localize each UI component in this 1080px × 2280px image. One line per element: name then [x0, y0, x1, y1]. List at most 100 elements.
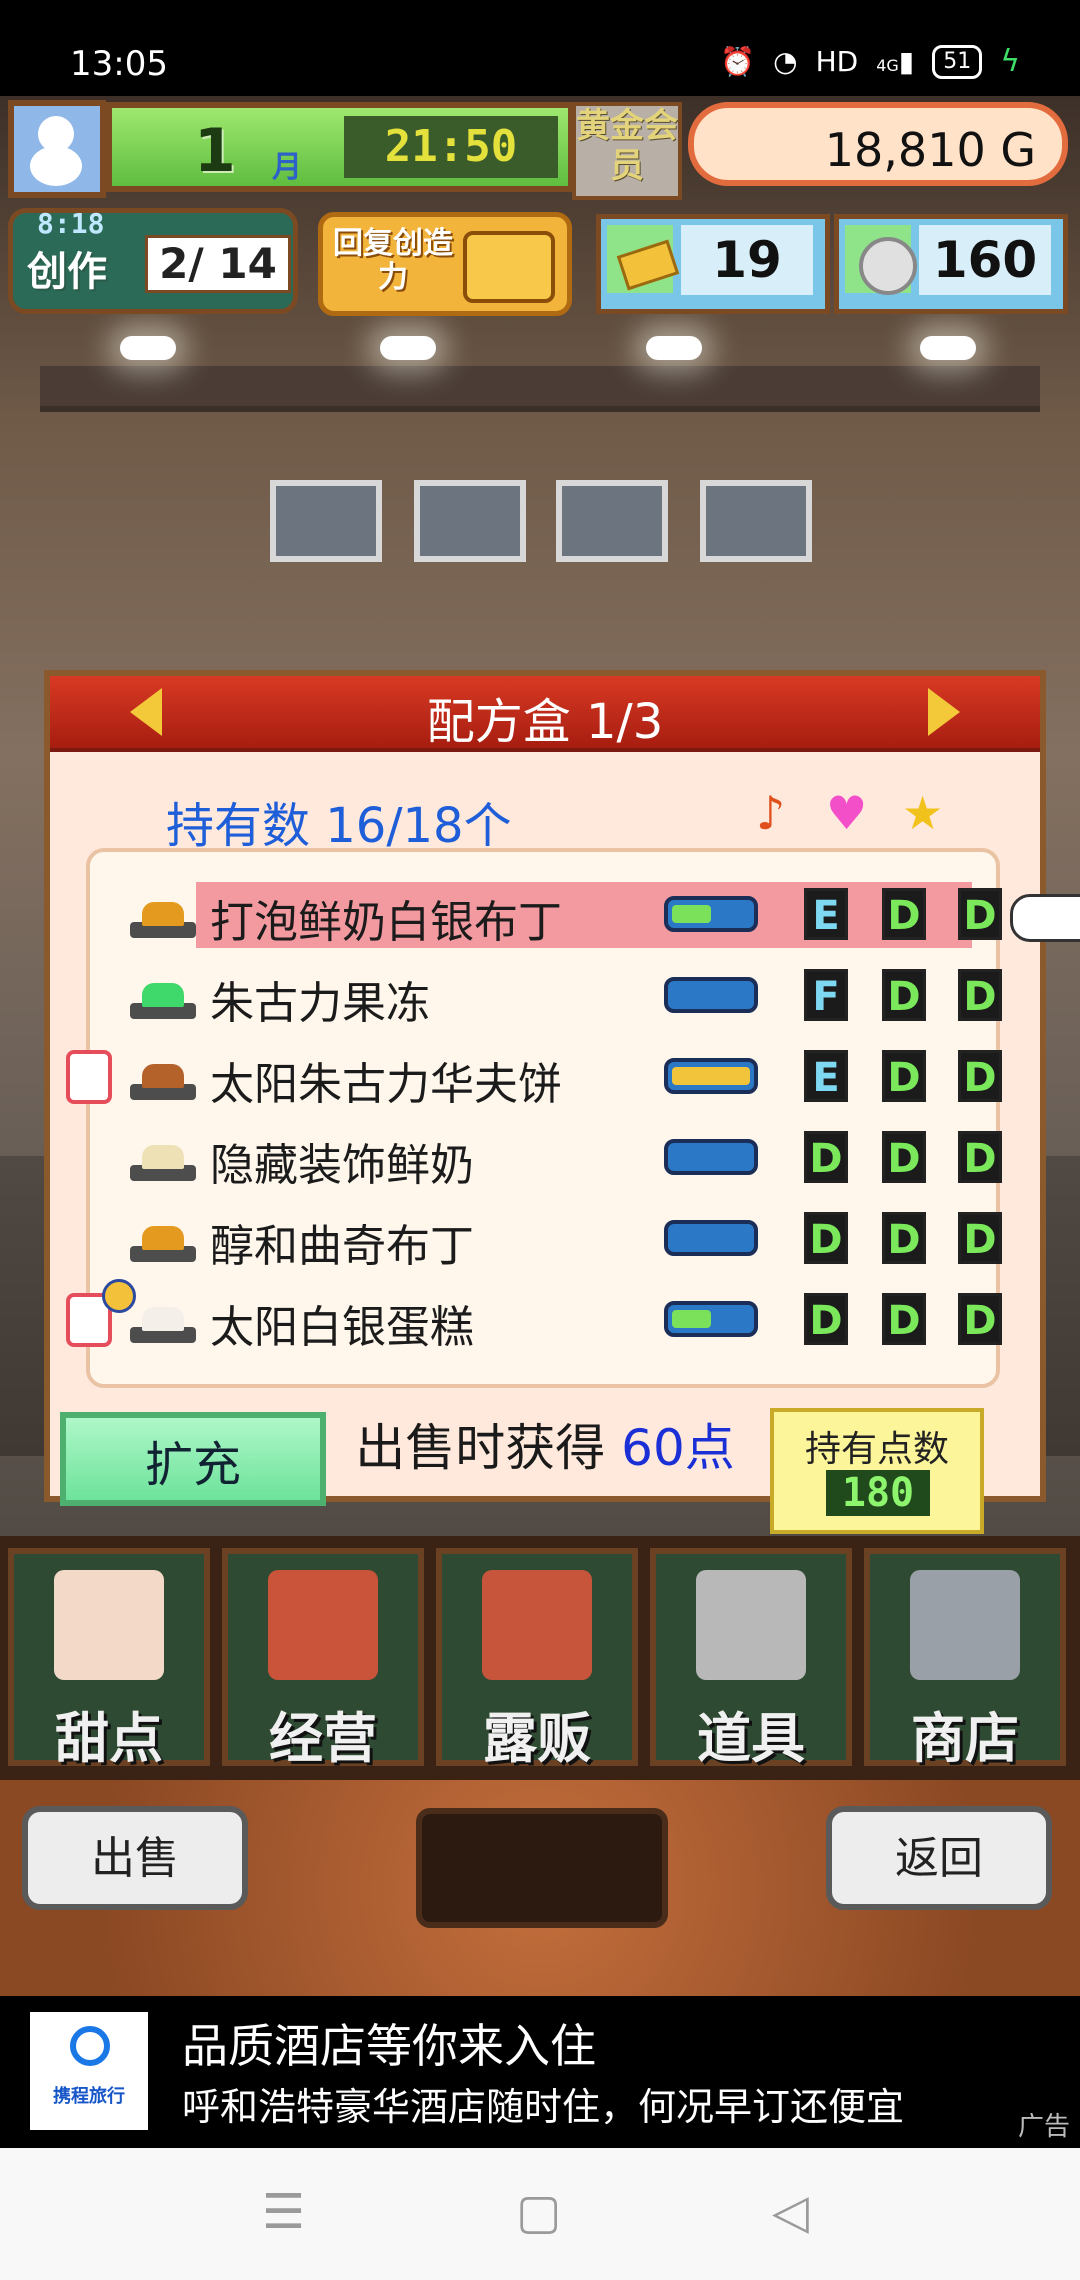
ad-subline: 呼和浩特豪华酒店随时住，何况早订还便宜 [182, 2085, 905, 2129]
ad-banner[interactable]: 携程旅行 品质酒店等你来入住 呼和浩特豪华酒店随时住，何况早订还便宜 广告 [0, 1996, 1080, 2148]
display-case [556, 480, 668, 562]
points-label: 持有点数 [804, 1429, 949, 1470]
alarm-icon: ⏰ [720, 45, 756, 78]
sell-button[interactable]: 出售 [22, 1806, 248, 1910]
cart-icon [910, 1570, 1020, 1680]
cake-icon [54, 1570, 164, 1680]
medal-counter[interactable]: 160 [834, 214, 1068, 314]
menu-cake[interactable]: 甜点 [8, 1548, 210, 1770]
recipe-name: 太阳朱古力华夫饼 [210, 1059, 562, 1110]
heart-icon[interactable]: ♥ [826, 786, 867, 840]
create-button[interactable]: 8:18 创作 2/ 14 [8, 207, 298, 314]
menu-label: 甜点 [55, 1707, 163, 1770]
grade-badge: E [804, 1050, 848, 1102]
menu-label: 露贩 [483, 1707, 591, 1770]
grade-badge: D [958, 888, 1002, 940]
ctrip-logo-icon: 携程旅行 [30, 2012, 148, 2130]
food-truck-icon [482, 1570, 592, 1680]
money-display: 18,810 G [688, 102, 1068, 186]
lamp-icon [120, 336, 176, 360]
wifi-icon: ◔ [773, 45, 798, 78]
music-note-icon[interactable]: ♪ [756, 786, 785, 840]
grade-badge: D [958, 1050, 1002, 1102]
date-bar: 1 月 21:50 [106, 102, 574, 192]
level-bar-fill [672, 905, 711, 923]
restore-label: 回复创造力 [333, 226, 453, 295]
month-label: 月 [272, 150, 302, 185]
recipe-row[interactable]: 太阳朱古力华夫饼 E D D [66, 1044, 1002, 1112]
menu-items-bag[interactable]: 道具 [650, 1548, 852, 1770]
home-nav-icon[interactable]: ▢ [516, 2184, 561, 2240]
ad-brand: 携程旅行 [53, 2086, 125, 2107]
menu-nav-icon[interactable]: ☰ [262, 2184, 305, 2240]
menu-food-truck[interactable]: 露贩 [436, 1548, 638, 1770]
menu-label: 商店 [911, 1707, 1019, 1770]
bottom-menu: 甜点 经营 露贩 道具 商店 [0, 1536, 1080, 1780]
ticket-count: 19 [681, 225, 813, 295]
recipe-level-bar [664, 1220, 758, 1256]
recipe-level-bar [664, 1301, 758, 1337]
tv-icon [463, 231, 555, 303]
gold-ticket-icon [616, 239, 680, 291]
grade-badge: D [804, 1293, 848, 1345]
create-timer: 8:18 [37, 207, 105, 240]
grade-badge: D [958, 969, 1002, 1021]
food-item-icon [142, 983, 184, 1007]
menu-shop[interactable]: 经营 [222, 1548, 424, 1770]
recipe-row[interactable]: 醇和曲奇布丁 D D D [90, 1206, 1002, 1274]
snowman-avatar-icon[interactable] [8, 100, 106, 198]
grade-badge: D [882, 888, 926, 940]
items-bag-icon [696, 1570, 806, 1680]
food-item-icon [142, 902, 184, 926]
owned-count: 持有数 16/18个 [166, 798, 512, 854]
grade-badge: D [882, 969, 926, 1021]
panel-title: 配方盒 1/3 [426, 694, 664, 750]
ticket-counter[interactable]: 19 [596, 214, 830, 314]
recipe-name: 朱古力果冻 [210, 978, 430, 1029]
recipe-row[interactable]: 朱古力果冻 F D D [90, 963, 1002, 1031]
recipe-food-icon [130, 979, 196, 1019]
recipe-list: 打泡鲜奶白银布丁 E D D 朱古力果冻 F D D 太阳朱古力华夫饼 E D D 隐藏装饰鲜奶 D D D 醇… [66, 848, 1080, 1388]
month-value: 1 [194, 116, 236, 186]
grade-badge: E [804, 888, 848, 940]
food-item-icon [142, 1307, 184, 1331]
grade-badge: D [882, 1293, 926, 1345]
display-case [270, 480, 382, 562]
status-time: 13:05 [70, 44, 168, 84]
create-label: 创作 [27, 249, 107, 295]
recipe-row[interactable]: 太阳白银蛋糕 D D D [66, 1279, 1002, 1355]
charging-icon: ϟ [1000, 44, 1020, 79]
grade-badge: D [804, 1131, 848, 1183]
star-icon[interactable]: ★ [902, 786, 943, 840]
panel-header: 配方盒 1/3 [50, 676, 1040, 752]
recipe-row[interactable]: 打泡鲜奶白银布丁 E D D [90, 882, 1080, 950]
recipe-row[interactable]: 隐藏装饰鲜奶 D D D [90, 1125, 1002, 1193]
network-label: HD [815, 45, 859, 78]
grade-badge: D [882, 1050, 926, 1102]
logo-mark [70, 2026, 110, 2066]
ticket-icon-bg [607, 225, 680, 293]
points-value: 180 [826, 1470, 930, 1516]
menu-cart[interactable]: 商店 [864, 1548, 1066, 1770]
recipe-food-icon [130, 1303, 196, 1343]
snowman-body [30, 146, 82, 186]
back-button[interactable]: 返回 [826, 1806, 1052, 1910]
ad-headline: 品质酒店等你来入住 [182, 2019, 596, 2073]
system-nav-bar: ☰ ▢ ◁ [0, 2148, 1080, 2280]
level-bar-fill [672, 1067, 750, 1085]
recipe-name: 太阳白银蛋糕 [210, 1302, 474, 1353]
next-page-arrow-icon[interactable] [928, 688, 960, 736]
menu-label: 经营 [269, 1707, 377, 1770]
restore-creativity-button[interactable]: 回复创造力 [318, 212, 572, 316]
grade-badge: D [882, 1212, 926, 1264]
recipe-name: 隐藏装饰鲜奶 [210, 1140, 474, 1191]
silver-medal-icon [859, 237, 917, 295]
expand-button[interactable]: 扩充 [60, 1412, 326, 1506]
gold-member-badge[interactable]: 黄金会员 [572, 102, 682, 200]
game-clock: 21:50 [344, 116, 558, 178]
chef-hat-icon [66, 1050, 112, 1104]
back-nav-icon[interactable]: ◁ [772, 2184, 809, 2240]
recipe-food-icon [130, 1141, 196, 1181]
grade-badge: F [804, 969, 848, 1021]
grade-badge: D [958, 1131, 1002, 1183]
